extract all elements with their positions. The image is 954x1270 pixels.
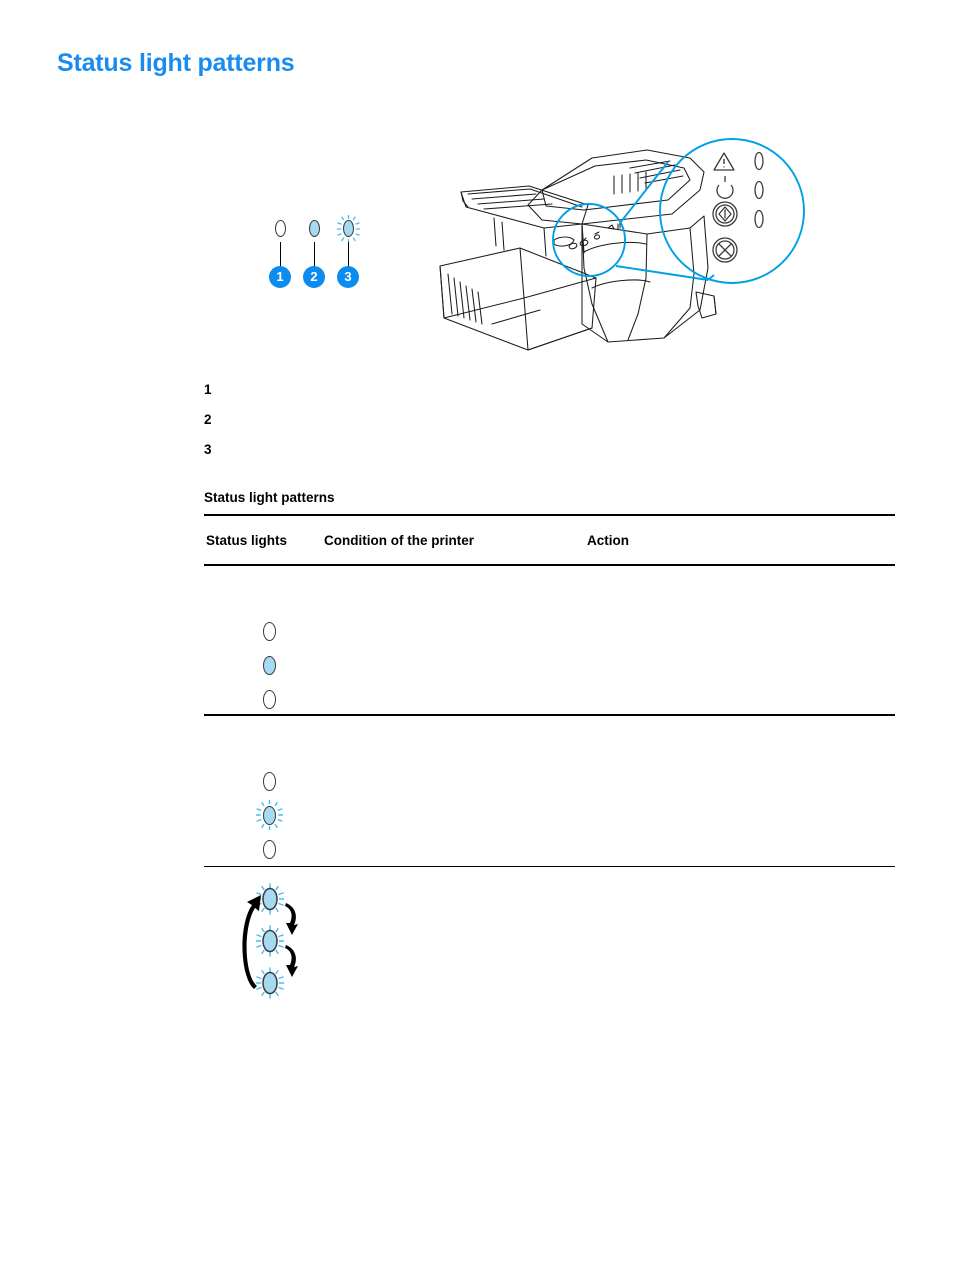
light-off-icon <box>252 764 286 798</box>
legend-number-badge-2: 2 <box>303 266 325 288</box>
caption-number: 1 <box>204 382 212 397</box>
light-off-icon <box>266 214 294 244</box>
legend-leader-line <box>279 242 281 269</box>
page-title: Status light patterns <box>57 49 295 77</box>
light-blinking-icon <box>334 214 362 244</box>
column-header-condition: Condition of the printer <box>324 533 474 549</box>
light-blinking-icon <box>262 929 278 953</box>
status-light-patterns-table: Status lights Condition of the printer A… <box>204 514 895 1047</box>
caption-number: 3 <box>204 442 212 457</box>
callout-magnified-circle <box>659 138 805 284</box>
legend-number-badge-1: 1 <box>269 266 291 288</box>
light-blinking-icon <box>262 887 278 911</box>
printer-line-drawing <box>439 138 805 351</box>
caption-row: 1 <box>204 375 904 405</box>
table-row <box>204 867 895 1047</box>
light-state-legend: 1 2 3 <box>266 214 376 296</box>
legend-item-1: 1 <box>266 214 294 288</box>
caption-row: 3 <box>204 435 904 465</box>
table-row <box>204 566 895 714</box>
table-caption: Status light patterns <box>204 490 335 505</box>
caption-number: 2 <box>204 412 212 427</box>
cycle-return-arrow <box>242 895 261 990</box>
caption-row: 2 <box>204 405 904 435</box>
legend-item-2: 2 <box>300 214 328 288</box>
ready-circle-icon <box>716 184 734 199</box>
lamp-stack <box>252 764 286 866</box>
status-lights-cell <box>252 764 286 866</box>
legend-leader-line <box>347 242 349 269</box>
lamp-stack <box>252 614 286 716</box>
panel-led-attention <box>754 151 764 171</box>
light-off-icon <box>252 832 286 866</box>
table-header-row: Status lights Condition of the printer A… <box>204 516 895 564</box>
column-header-status-lights: Status lights <box>206 533 288 549</box>
printer-illustration <box>432 128 832 373</box>
table-row <box>204 716 895 866</box>
cycle-arrow-down <box>285 903 298 978</box>
legend-leader-line <box>313 242 315 269</box>
panel-led-go <box>754 209 764 229</box>
column-header-action: Action <box>587 533 629 549</box>
light-off-icon <box>252 682 286 716</box>
cycling-lights-cell <box>232 881 322 1001</box>
light-on-icon <box>252 648 286 682</box>
panel-led-ready <box>754 180 764 200</box>
light-off-icon <box>252 614 286 648</box>
legend-number-badge-3: 3 <box>337 266 359 288</box>
callout-source-circle <box>552 203 626 277</box>
caption-list: 1 2 3 <box>204 375 904 465</box>
callout-panel-icons <box>712 151 764 263</box>
legend-item-3: 3 <box>334 214 362 288</box>
light-blinking-icon <box>262 971 278 995</box>
light-on-icon <box>300 214 328 244</box>
cycling-lights-diagram <box>242 883 298 999</box>
status-lights-cell <box>252 614 286 716</box>
light-blinking-icon <box>252 798 286 832</box>
